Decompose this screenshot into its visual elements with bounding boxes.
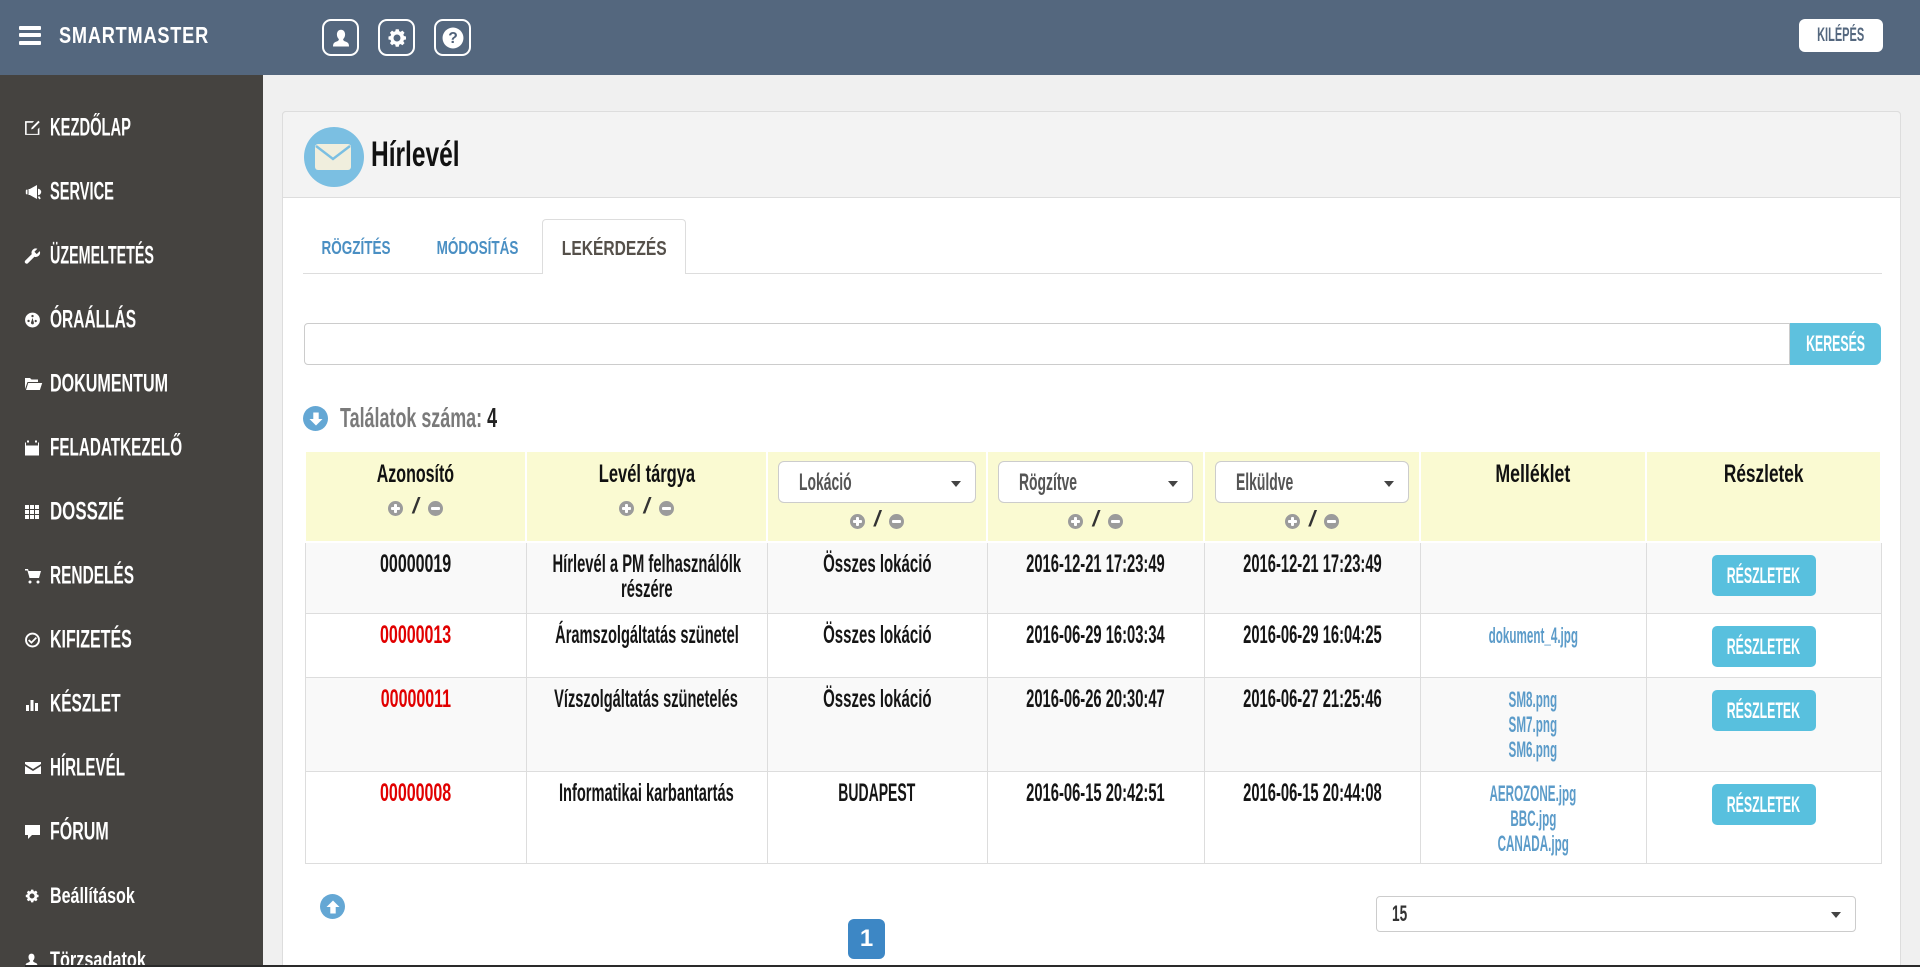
svg-text:?: ? xyxy=(448,30,458,47)
